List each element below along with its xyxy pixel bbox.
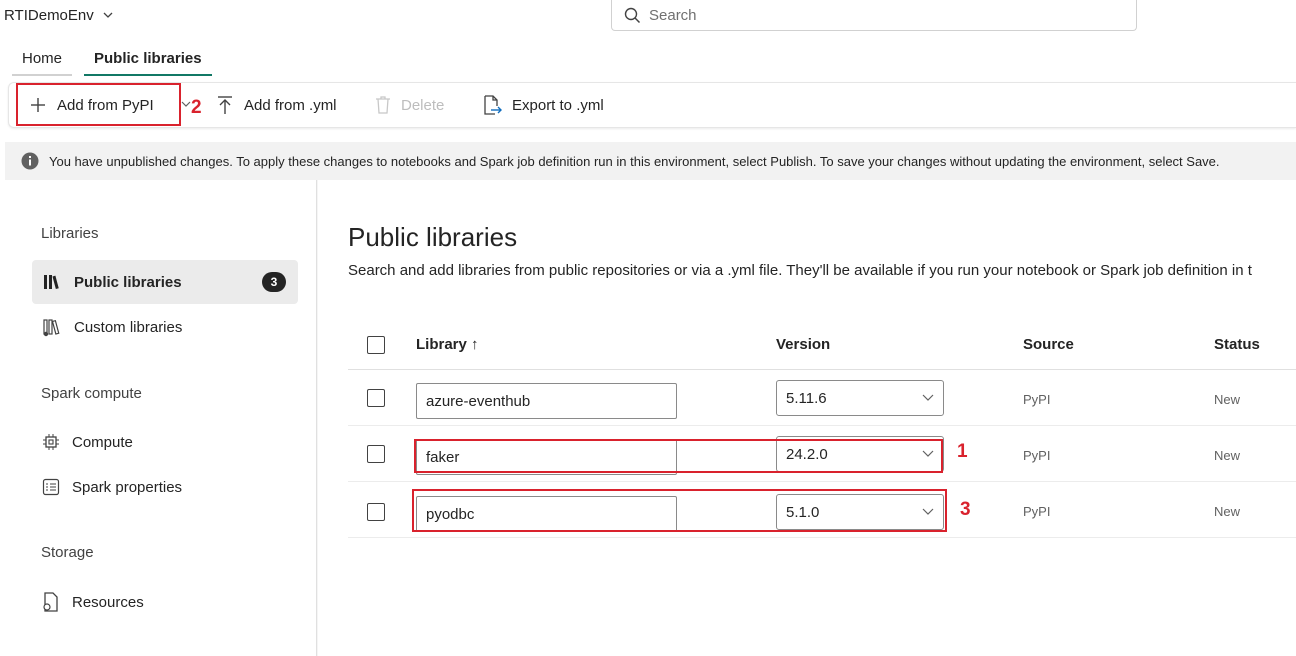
workspace-selector[interactable]: RTIDemoEnv bbox=[4, 5, 114, 25]
info-icon bbox=[21, 152, 39, 170]
select-all-checkbox[interactable] bbox=[367, 336, 385, 354]
tab-home-label: Home bbox=[22, 50, 63, 67]
library-name-input[interactable] bbox=[416, 383, 677, 419]
highlight-box-faker-row bbox=[414, 439, 943, 473]
sidebar-item-custom-libraries[interactable]: Custom libraries bbox=[32, 305, 298, 349]
source-cell: PyPI bbox=[1023, 504, 1051, 519]
add-dropdown-chevron-icon[interactable] bbox=[181, 99, 191, 109]
public-libraries-count-badge: 3 bbox=[262, 272, 286, 292]
unpublished-changes-banner: You have unpublished changes. To apply t… bbox=[5, 142, 1296, 180]
column-header-source: Source bbox=[1023, 336, 1074, 353]
tab-home-underline bbox=[12, 74, 73, 76]
page-title: Public libraries bbox=[348, 222, 518, 252]
custom-library-icon bbox=[43, 319, 60, 337]
column-header-status: Status bbox=[1214, 336, 1260, 353]
tab-bar: Home Public libraries bbox=[12, 44, 212, 76]
add-from-yml-button[interactable]: Add from .yml bbox=[216, 83, 337, 127]
search-box[interactable] bbox=[611, 0, 1137, 31]
main-content: Public libraries Search and add librarie… bbox=[318, 180, 1296, 656]
source-cell: PyPI bbox=[1023, 448, 1051, 463]
delete-label: Delete bbox=[401, 96, 445, 114]
chevron-down-icon bbox=[103, 12, 113, 18]
annotation-number-1: 1 bbox=[957, 441, 968, 462]
status-cell: New bbox=[1214, 448, 1241, 463]
tab-public-libraries-label: Public libraries bbox=[94, 50, 202, 67]
annotation-number-3: 3 bbox=[960, 499, 971, 520]
row-checkbox[interactable] bbox=[367, 445, 385, 463]
properties-list-icon bbox=[42, 478, 60, 496]
compute-chip-icon bbox=[43, 434, 59, 450]
custom-libraries-label: Custom libraries bbox=[74, 318, 183, 336]
top-bar: RTIDemoEnv bbox=[0, 0, 1296, 40]
row-checkbox[interactable] bbox=[367, 503, 385, 521]
highlight-box-pyodbc-row bbox=[412, 489, 947, 532]
sidebar-item-resources[interactable]: Resources bbox=[32, 580, 298, 624]
annotation-number-2: 2 bbox=[191, 97, 202, 118]
export-to-yml-label: Export to .yml bbox=[512, 96, 604, 114]
tab-home[interactable]: Home bbox=[12, 44, 73, 76]
sidebar-item-spark-properties[interactable]: Spark properties bbox=[32, 465, 298, 509]
resources-label: Resources bbox=[72, 593, 144, 611]
delete-button[interactable]: Delete bbox=[375, 83, 444, 127]
upload-icon bbox=[218, 96, 232, 114]
chevron-down-icon bbox=[922, 394, 934, 401]
version-select[interactable]: 5.11.6 bbox=[776, 380, 944, 416]
status-cell: New bbox=[1214, 392, 1241, 407]
column-header-library[interactable]: Library ↑ bbox=[416, 336, 479, 353]
public-libraries-label: Public libraries bbox=[74, 273, 182, 291]
tab-public-libraries-underline bbox=[84, 74, 212, 76]
compute-label: Compute bbox=[72, 433, 133, 451]
resources-file-icon bbox=[43, 592, 58, 612]
sidebar-item-public-libraries[interactable]: Public libraries 3 bbox=[32, 260, 298, 304]
sidebar-item-compute[interactable]: Compute bbox=[32, 420, 298, 464]
add-from-yml-label: Add from .yml bbox=[244, 96, 337, 114]
storage-heading: Storage bbox=[41, 544, 94, 561]
search-icon bbox=[624, 7, 641, 23]
export-to-yml-button[interactable]: Export to .yml bbox=[482, 83, 604, 127]
search-input[interactable] bbox=[649, 6, 1089, 24]
banner-text: You have unpublished changes. To apply t… bbox=[49, 153, 1220, 169]
column-header-version: Version bbox=[776, 336, 831, 353]
table-header: Library ↑ Version Source Status bbox=[348, 328, 1296, 370]
highlight-box-add-pypi bbox=[16, 83, 181, 126]
page-description: Search and add libraries from public rep… bbox=[348, 262, 1252, 279]
trash-icon bbox=[376, 96, 390, 114]
row-checkbox[interactable] bbox=[367, 389, 385, 407]
tab-public-libraries[interactable]: Public libraries bbox=[84, 44, 212, 76]
version-value: 5.11.6 bbox=[786, 389, 827, 407]
library-books-icon bbox=[44, 275, 59, 290]
libraries-heading: Libraries bbox=[41, 225, 99, 242]
workspace-name: RTIDemoEnv bbox=[4, 6, 94, 24]
source-cell: PyPI bbox=[1023, 392, 1051, 407]
spark-compute-heading: Spark compute bbox=[41, 385, 142, 402]
export-icon bbox=[484, 95, 502, 115]
spark-properties-label: Spark properties bbox=[72, 478, 183, 496]
status-cell: New bbox=[1214, 504, 1241, 519]
sidebar: Libraries Public libraries 3 Custom libr… bbox=[5, 180, 317, 656]
table-row: 5.11.6 PyPI New bbox=[348, 370, 1296, 426]
